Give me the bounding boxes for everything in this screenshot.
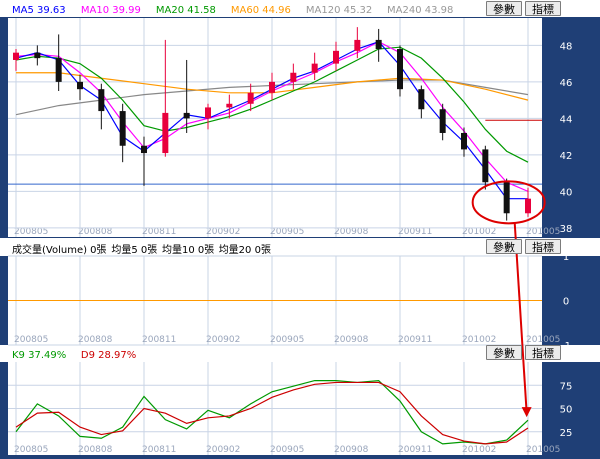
kd-x-tick-label: 201005 bbox=[526, 445, 560, 455]
volume-x-tick-label: 200808 bbox=[78, 335, 113, 345]
kd-x-tick-label: 201002 bbox=[462, 445, 496, 455]
indicator-button-price[interactable]: 指標 bbox=[525, 1, 561, 16]
kd-x-tick-label: 200808 bbox=[78, 445, 113, 455]
candle-body bbox=[503, 182, 510, 214]
price-x-tick-label: 200811 bbox=[142, 227, 176, 237]
candle-body bbox=[461, 132, 467, 150]
kd-y-tick-label: 75 bbox=[560, 381, 573, 392]
price-x-tick-label: 201005 bbox=[526, 227, 560, 237]
candle-body bbox=[247, 92, 254, 104]
price-x-tick-label: 200805 bbox=[14, 227, 48, 237]
price-x-tick-label: 201002 bbox=[462, 227, 496, 237]
price-y-tick-label: 48 bbox=[560, 41, 573, 52]
price-panel: 200805 200808 200811 200902 200905 200908 2009… bbox=[8, 5, 572, 237]
candle-body bbox=[354, 39, 361, 51]
price-y-tick-label: 44 bbox=[560, 114, 573, 125]
kd-y-tick-label: 25 bbox=[560, 428, 573, 439]
kd-x-tick-label: 200902 bbox=[206, 445, 240, 455]
kd-y-tick-label: 50 bbox=[560, 405, 573, 416]
price-x-tick-label: 200808 bbox=[78, 227, 113, 237]
candle-body bbox=[55, 58, 62, 82]
volume-legend-item: 均量10 0張 bbox=[162, 244, 214, 256]
candle-body bbox=[418, 89, 425, 110]
candle-body bbox=[226, 103, 233, 108]
volume-x-tick-label: 201005 bbox=[526, 335, 560, 345]
candle-body bbox=[77, 81, 83, 90]
params-button-volume[interactable]: 參數 bbox=[486, 239, 522, 254]
candle-body bbox=[375, 39, 382, 50]
price-y-tick-label: 40 bbox=[560, 187, 573, 198]
params-button-price[interactable]: 參數 bbox=[486, 1, 522, 16]
volume-legend-item: 均量20 0張 bbox=[219, 244, 271, 256]
kd-x-tick-label: 200805 bbox=[14, 445, 48, 455]
indicator-button-kd[interactable]: 指標 bbox=[525, 345, 561, 360]
candle-body bbox=[13, 52, 19, 60]
candle-body bbox=[290, 72, 297, 82]
candle-body bbox=[183, 112, 190, 119]
price-x-tick-label: 200911 bbox=[398, 227, 432, 237]
candle-body bbox=[162, 112, 169, 154]
volume-x-tick-label: 200811 bbox=[142, 335, 176, 345]
volume-panel: 200805 200808 200811 200902 200905 200908 2009… bbox=[8, 243, 571, 352]
kd-panel: 200805 200808 200811 200902 200905 200908 2009… bbox=[8, 350, 572, 455]
price-legend-item: MA240 43.98 bbox=[387, 5, 453, 16]
volume-y-tick-label: 1 bbox=[563, 252, 569, 263]
volume-x-tick-label: 200805 bbox=[14, 335, 48, 345]
chart-canvas: 200805 200808 200811 200902 200905 200908 2009… bbox=[0, 0, 600, 455]
kd-legend-item: K9 37.49% bbox=[12, 350, 66, 361]
candle-body bbox=[482, 149, 489, 183]
price-y-tick-label: 42 bbox=[560, 151, 573, 162]
price-y-tick-label: 46 bbox=[560, 78, 573, 89]
price-y-tick-label: 38 bbox=[560, 224, 573, 235]
volume-x-tick-label: 201002 bbox=[462, 335, 496, 345]
price-x-tick-label: 200905 bbox=[270, 227, 304, 237]
params-button-kd[interactable]: 參數 bbox=[486, 345, 522, 360]
candle-body bbox=[311, 63, 318, 73]
volume-y-tick-label: 0 bbox=[563, 297, 569, 308]
candle-body bbox=[525, 198, 531, 214]
kd-x-tick-label: 200811 bbox=[142, 445, 176, 455]
price-plot-area bbox=[8, 18, 542, 237]
price-legend-item: MA20 41.58 bbox=[156, 5, 216, 16]
volume-x-tick-label: 200902 bbox=[206, 335, 240, 345]
indicator-button-volume[interactable]: 指標 bbox=[525, 239, 561, 254]
kd-legend-item: D9 28.97% bbox=[81, 350, 136, 361]
volume-x-tick-label: 200911 bbox=[398, 335, 432, 345]
volume-x-tick-label: 200908 bbox=[334, 335, 369, 345]
price-legend-item: MA5 39.63 bbox=[12, 5, 66, 16]
volume-y-tick-label: -1 bbox=[561, 341, 571, 352]
price-legend-item: MA10 39.99 bbox=[81, 5, 141, 16]
kd-x-tick-label: 200905 bbox=[270, 445, 304, 455]
kd-x-tick-label: 200908 bbox=[334, 445, 369, 455]
candle-body bbox=[269, 81, 275, 93]
candle-body bbox=[119, 111, 126, 146]
candle-body bbox=[205, 107, 211, 119]
candle-body bbox=[439, 109, 446, 133]
volume-x-tick-label: 200905 bbox=[270, 335, 304, 345]
price-x-tick-label: 200908 bbox=[334, 227, 369, 237]
kd-x-tick-label: 200911 bbox=[398, 445, 432, 455]
candle-body bbox=[333, 50, 339, 64]
stock-chart-window: 200805 200808 200811 200902 200905 200908 2009… bbox=[0, 0, 600, 455]
candle-body bbox=[98, 89, 105, 112]
price-legend-item: MA60 44.96 bbox=[231, 5, 291, 16]
price-x-tick-label: 200902 bbox=[206, 227, 240, 237]
candle-body bbox=[34, 52, 41, 59]
volume-legend-item: 成交量(Volume) 0張 bbox=[12, 243, 107, 256]
volume-legend-item: 均量5 0張 bbox=[111, 244, 157, 256]
candle-body bbox=[397, 49, 403, 90]
candle-body bbox=[141, 145, 147, 154]
price-legend-item: MA120 45.32 bbox=[306, 5, 372, 16]
